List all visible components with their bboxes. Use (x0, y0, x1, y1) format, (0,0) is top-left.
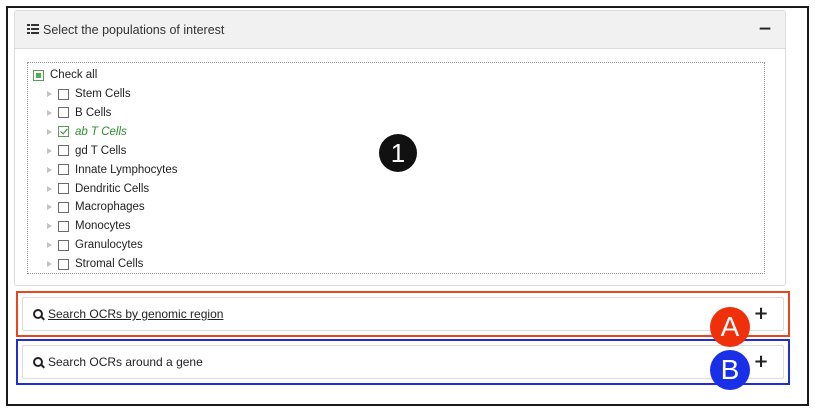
annotation-marker-a: A (710, 307, 750, 347)
node-label[interactable]: Stem Cells (75, 88, 131, 100)
node-checkbox[interactable] (58, 126, 69, 138)
node-checkbox[interactable] (58, 145, 69, 157)
node-checkbox[interactable] (58, 164, 69, 176)
expand-caret-icon[interactable] (47, 147, 52, 154)
search-region-link[interactable]: Search OCRs by genomic region (48, 307, 223, 321)
tree-node[interactable]: Dendritic Cells (47, 181, 149, 197)
search-region-panel: Search OCRs by genomic region + (16, 291, 790, 337)
node-label[interactable]: B Cells (75, 107, 111, 119)
tree-node[interactable]: gd T Cells (47, 143, 126, 159)
search-icon (32, 308, 45, 321)
search-gene-heading[interactable]: Search OCRs around a gene + (22, 345, 784, 379)
node-checkbox[interactable] (58, 239, 69, 251)
tree-node[interactable]: B Cells (47, 105, 111, 121)
tree-node[interactable]: Granulocytes (47, 237, 143, 253)
node-checkbox[interactable] (58, 183, 69, 194)
collapse-button[interactable]: − (755, 19, 775, 39)
populations-panel-title: Select the populations of interest (43, 22, 225, 37)
annotation-marker-1: 1 (379, 134, 417, 172)
node-label[interactable]: Innate Lymphocytes (75, 164, 178, 176)
node-label[interactable]: ab T Cells (75, 126, 127, 138)
tree-node[interactable]: Stromal Cells (47, 256, 143, 272)
expand-region-button[interactable]: + (751, 304, 771, 324)
expand-caret-icon[interactable] (47, 261, 52, 268)
expand-caret-icon[interactable] (47, 128, 52, 135)
node-checkbox[interactable] (58, 201, 69, 213)
node-label[interactable]: Stromal Cells (75, 258, 143, 270)
populations-panel: Select the populations of interest − Che… (14, 10, 786, 286)
expand-caret-icon[interactable] (47, 223, 52, 230)
expand-caret-icon[interactable] (47, 109, 52, 116)
annotation-marker-b: B (710, 350, 750, 390)
populations-panel-body: Check all Stem Cells B Cells ab T Cells gd … (15, 49, 785, 285)
expand-caret-icon[interactable] (47, 242, 52, 249)
node-checkbox[interactable] (58, 220, 69, 232)
populations-panel-heading[interactable]: Select the populations of interest − (15, 11, 785, 49)
check-all-checkbox[interactable] (33, 69, 44, 81)
node-label[interactable]: Dendritic Cells (75, 183, 149, 195)
check-all-label[interactable]: Check all (50, 69, 97, 81)
tree-node[interactable]: Stem Cells (47, 86, 131, 102)
list-icon (27, 24, 39, 35)
expand-caret-icon[interactable] (47, 91, 52, 97)
check-all-row[interactable]: Check all (33, 67, 97, 83)
node-checkbox[interactable] (58, 258, 69, 270)
node-label[interactable]: Granulocytes (75, 239, 143, 251)
expand-caret-icon[interactable] (47, 204, 52, 211)
tree-node[interactable]: ab T Cells (47, 124, 127, 140)
node-checkbox[interactable] (58, 107, 69, 119)
tree-node[interactable]: Macrophages (47, 199, 145, 215)
search-icon (32, 356, 45, 369)
tree-node[interactable]: Innate Lymphocytes (47, 162, 178, 178)
expand-caret-icon[interactable] (47, 166, 52, 173)
search-gene-label[interactable]: Search OCRs around a gene (48, 355, 203, 369)
search-region-heading[interactable]: Search OCRs by genomic region + (22, 297, 784, 331)
node-label[interactable]: Monocytes (75, 220, 131, 232)
expand-gene-button[interactable]: + (751, 352, 771, 372)
search-gene-panel: Search OCRs around a gene + (16, 339, 790, 385)
node-label[interactable]: Macrophages (75, 201, 145, 213)
tree-node[interactable]: Monocytes (47, 218, 131, 234)
node-checkbox[interactable] (58, 88, 69, 100)
node-label[interactable]: gd T Cells (75, 145, 126, 157)
expand-caret-icon[interactable] (47, 185, 52, 192)
